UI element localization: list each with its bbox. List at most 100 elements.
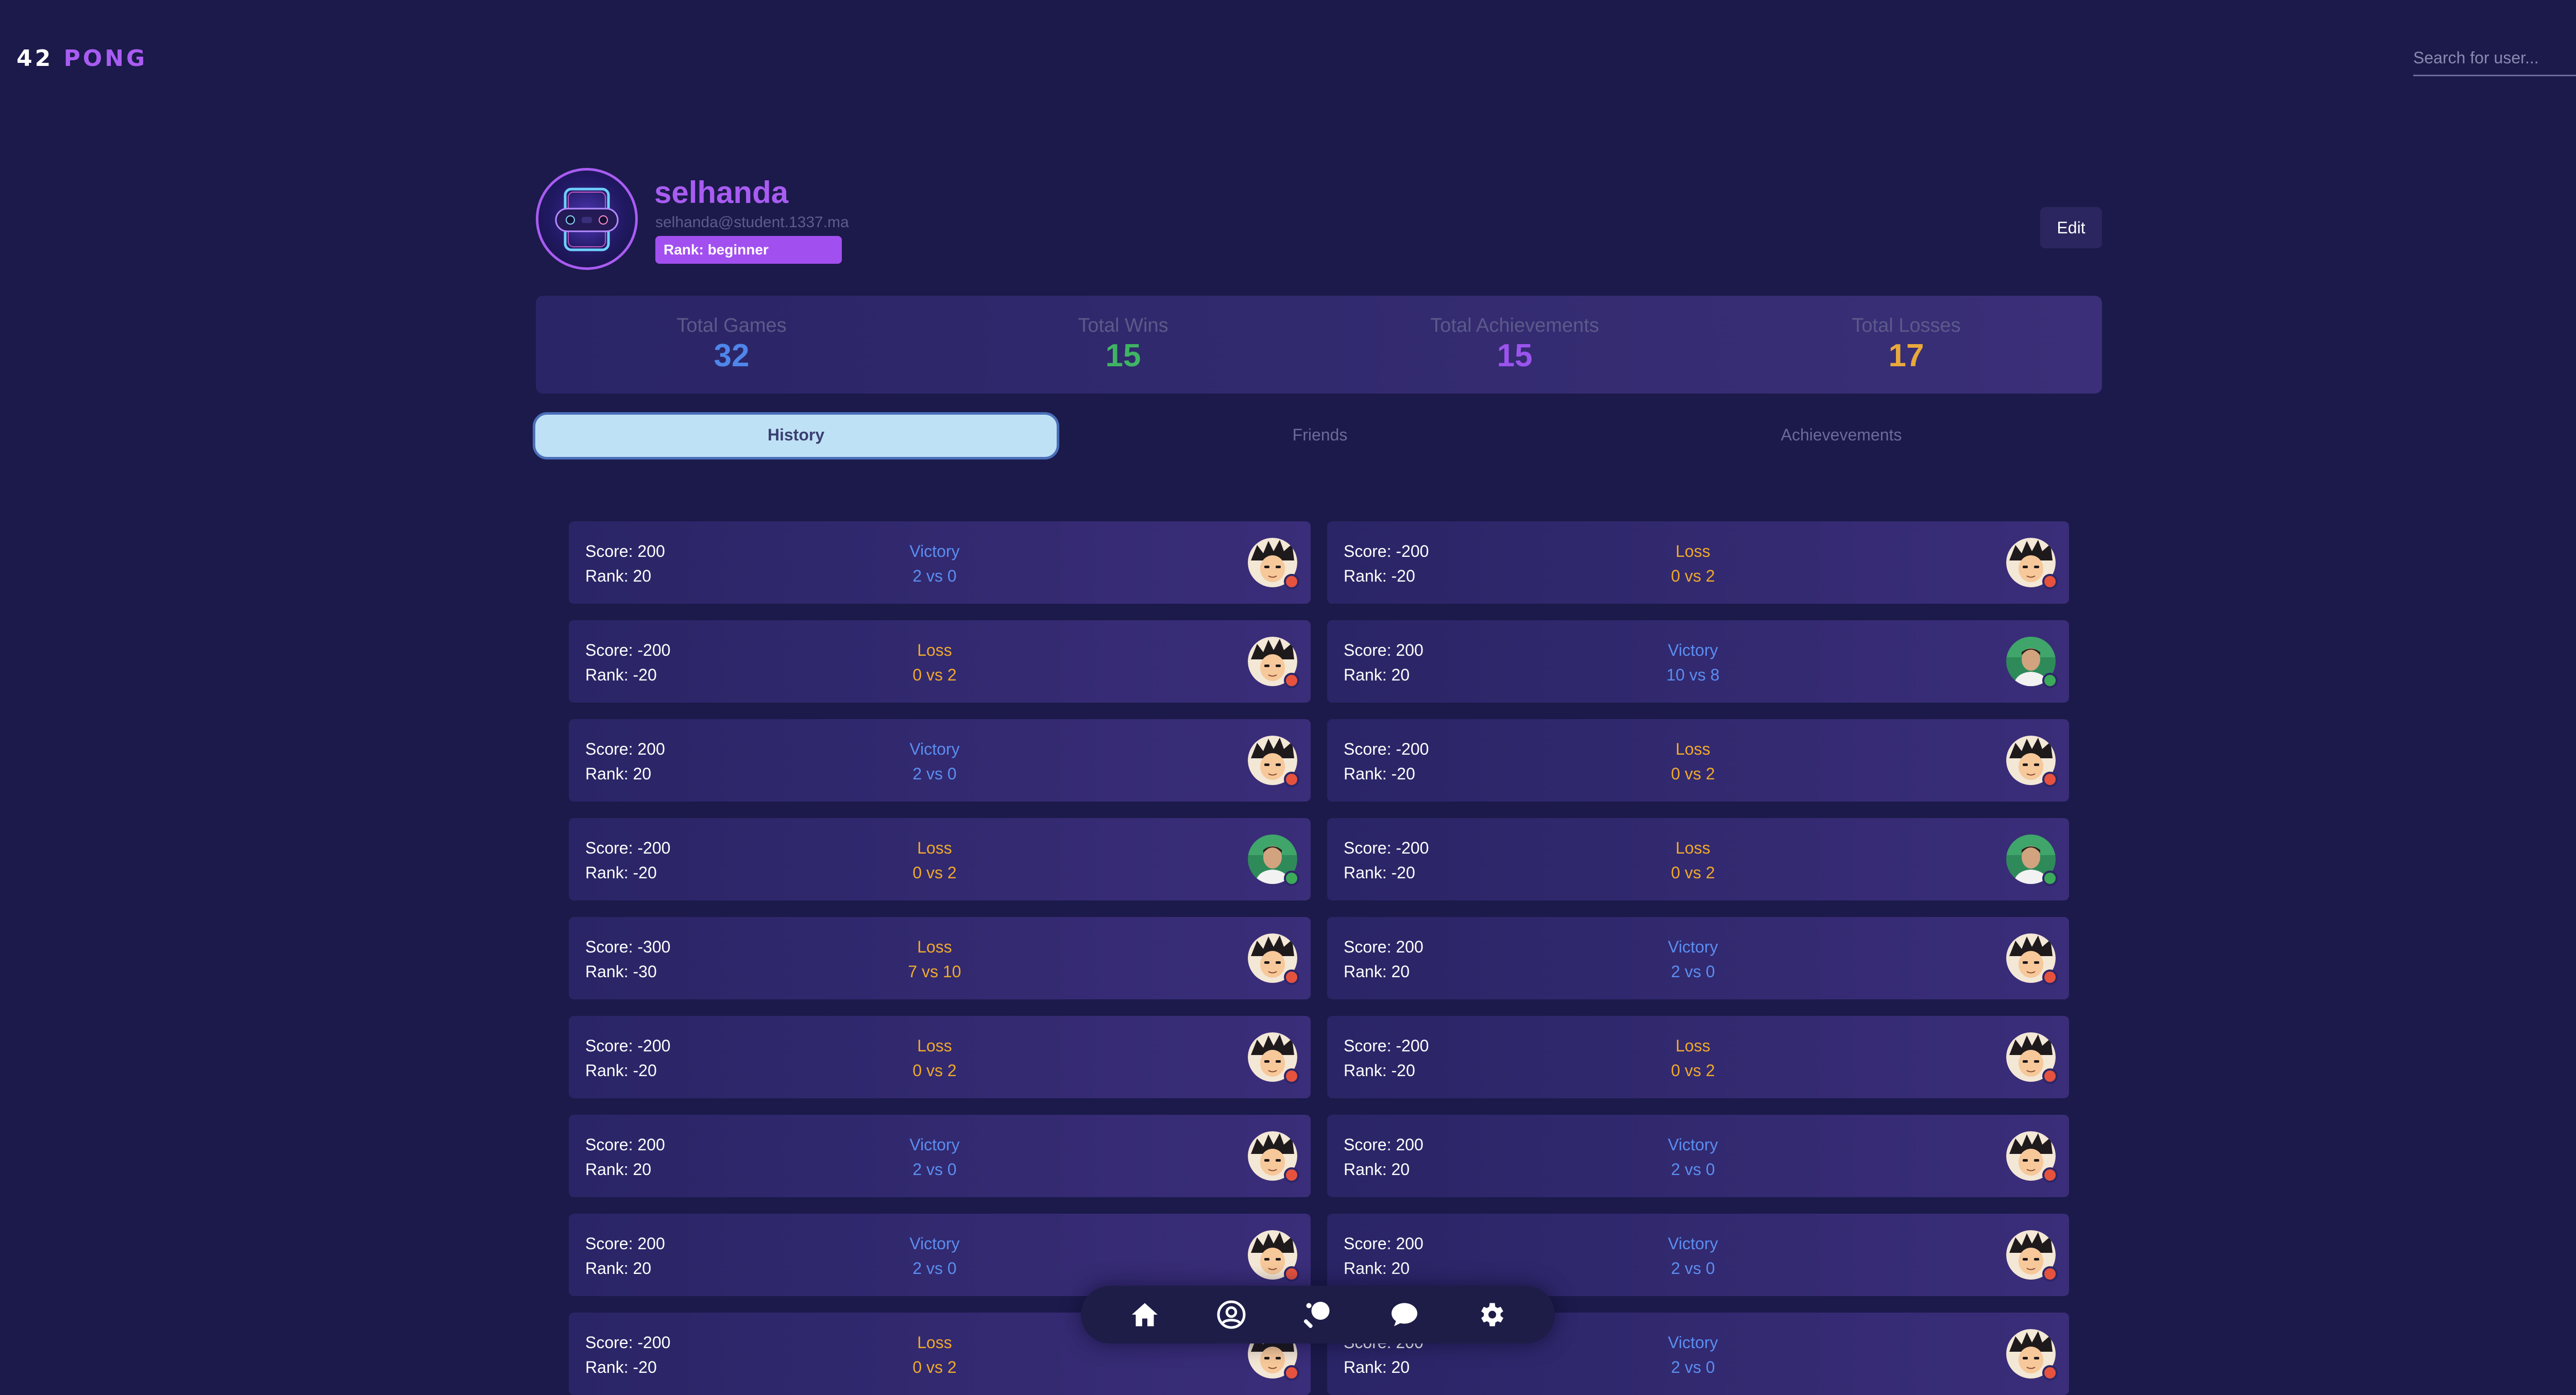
opponent-avatar[interactable] [1248,1230,1299,1282]
match-history-card[interactable]: Score: 200 Rank: 20 Victory 2 vs 0 [569,521,1311,604]
match-score-line: 0 vs 2 [1671,567,1715,585]
match-score-line: 0 vs 2 [912,1358,957,1376]
match-history-card[interactable]: Score: 200 Rank: 20 Victory 2 vs 0 [569,719,1311,802]
match-outcome: Victory 2 vs 0 [857,1132,1012,1182]
match-rank: Rank: -20 [1344,863,1415,882]
nav-profile-button[interactable] [1211,1294,1252,1335]
opponent-avatar[interactable] [2006,1131,2058,1183]
match-score: Score: -200 [585,641,671,659]
opponent-avatar[interactable] [2006,1329,2058,1381]
match-result: Loss [1675,542,1710,560]
match-rank: Rank: 20 [1344,1259,1410,1278]
opponent-avatar[interactable] [2006,1032,2058,1084]
status-online-indicator [2042,673,2058,688]
status-offline-indicator [2042,1068,2058,1084]
match-outcome: Victory 2 vs 0 [1616,1330,1770,1380]
opponent-avatar[interactable] [2006,933,2058,985]
opponent-avatar[interactable] [2006,835,2058,886]
match-score-line: 10 vs 8 [1666,666,1720,684]
match-score-line: 2 vs 0 [1671,1259,1715,1278]
status-offline-indicator [2042,1167,2058,1183]
match-score: Score: 200 [1344,641,1423,659]
match-stats: Score: -200 Rank: -20 [585,1033,670,1083]
stat-label: Total Wins [1078,315,1168,336]
edit-profile-button[interactable]: Edit [2040,207,2102,248]
match-outcome: Victory 2 vs 0 [857,737,1012,786]
logo-word: PONG [63,45,148,72]
match-rank: Rank: 20 [1344,1160,1410,1179]
match-score-line: 2 vs 0 [912,567,957,585]
match-history-card[interactable]: Score: -200 Rank: -20 Loss 0 vs 2 [569,620,1311,703]
match-history-card[interactable]: Score: -200 Rank: -20 Loss 0 vs 2 [1327,1016,2069,1098]
match-result: Loss [917,938,952,956]
opponent-avatar[interactable] [2006,1230,2058,1282]
opponent-avatar[interactable] [1248,835,1299,886]
nav-chat-button[interactable] [1384,1294,1425,1335]
match-history-card[interactable]: Score: 200 Rank: 20 Victory 2 vs 0 [569,1214,1311,1296]
match-history-card[interactable]: Score: -200 Rank: -20 Loss 0 vs 2 [1327,818,2069,900]
opponent-avatar[interactable] [1248,736,1299,787]
status-offline-indicator [2042,1365,2058,1381]
opponent-avatar[interactable] [1248,933,1299,985]
user-search-input[interactable] [2413,43,2576,76]
nav-game-button[interactable] [1297,1294,1338,1335]
match-score-line: 2 vs 0 [1671,1160,1715,1179]
tab-achievements[interactable]: Achievevements [1581,412,2102,460]
match-history-card[interactable]: Score: 200 Rank: 20 Victory 2 vs 0 [569,1115,1311,1197]
match-outcome: Loss 0 vs 2 [1616,737,1770,786]
match-score: Score: -200 [1344,839,1429,857]
match-score: Score: 200 [585,542,665,560]
match-history-card[interactable]: Score: -200 Rank: -20 Loss 0 vs 2 [1327,521,2069,604]
status-offline-indicator [1284,673,1299,688]
match-stats: Score: -200 Rank: -20 [1344,836,1429,885]
match-history-card[interactable]: Score: -200 Rank: -20 Loss 0 vs 2 [1327,719,2069,802]
match-score-line: 2 vs 0 [912,1259,957,1278]
match-history-card[interactable]: Score: 200 Rank: 20 Victory 10 vs 8 [1327,620,2069,703]
nav-settings-button[interactable] [1470,1294,1512,1335]
match-score: Score: 200 [1344,1234,1423,1253]
match-history-card[interactable]: Score: -300 Rank: -30 Loss 7 vs 10 [569,917,1311,999]
match-stats: Score: 200 Rank: 20 [1344,1132,1423,1182]
match-outcome: Loss 0 vs 2 [1616,539,1770,588]
nav-home-button[interactable] [1124,1294,1165,1335]
match-score-line: 0 vs 2 [912,1061,957,1080]
match-rank: Rank: 20 [585,1160,652,1179]
stat-label: Total Losses [1852,315,1961,336]
match-outcome: Loss 0 vs 2 [857,1033,1012,1083]
stat-value: 15 [1497,338,1533,373]
opponent-avatar[interactable] [2006,637,2058,688]
match-outcome: Loss 0 vs 2 [1616,836,1770,885]
match-rank: Rank: 20 [1344,962,1410,981]
match-stats: Score: 200 Rank: 20 [1344,638,1423,687]
match-result: Victory [1668,1135,1718,1154]
match-result: Victory [909,542,960,560]
opponent-avatar[interactable] [1248,538,1299,589]
app-logo[interactable]: 42 PONG [16,43,147,74]
opponent-avatar[interactable] [2006,538,2058,589]
status-offline-indicator [1284,969,1299,985]
match-history-list: Score: 200 Rank: 20 Victory 2 vs 0 Score: -2… [569,521,2069,1395]
match-score-line: 0 vs 2 [1671,1061,1715,1080]
match-outcome: Loss 7 vs 10 [857,934,1012,984]
tab-friends[interactable]: Friends [1059,412,1581,460]
match-stats: Score: 200 Rank: 20 [585,539,665,588]
match-history-card[interactable]: Score: 200 Rank: 20 Victory 2 vs 0 [1327,917,2069,999]
match-rank: Rank: -30 [585,962,657,981]
match-rank: Rank: -20 [585,1061,657,1080]
match-history-card[interactable]: Score: -200 Rank: -20 Loss 0 vs 2 [569,818,1311,900]
stat-total-losses: Total Losses 17 [1710,296,2102,394]
match-rank: Rank: -20 [1344,764,1415,783]
match-history-card[interactable]: Score: -200 Rank: -20 Loss 0 vs 2 [569,1016,1311,1098]
match-outcome: Victory 2 vs 0 [857,539,1012,588]
match-result: Loss [917,1333,952,1352]
opponent-avatar[interactable] [1248,1032,1299,1084]
match-history-card[interactable]: Score: 200 Rank: 20 Victory 2 vs 0 [1327,1115,2069,1197]
opponent-avatar[interactable] [2006,736,2058,787]
match-stats: Score: -200 Rank: -20 [1344,1033,1429,1083]
profile-avatar [536,168,638,270]
opponent-avatar[interactable] [1248,637,1299,688]
match-outcome: Loss 0 vs 2 [857,836,1012,885]
tab-history[interactable]: History [533,412,1059,460]
opponent-avatar[interactable] [1248,1131,1299,1183]
match-history-card[interactable]: Score: 200 Rank: 20 Victory 2 vs 0 [1327,1214,2069,1296]
